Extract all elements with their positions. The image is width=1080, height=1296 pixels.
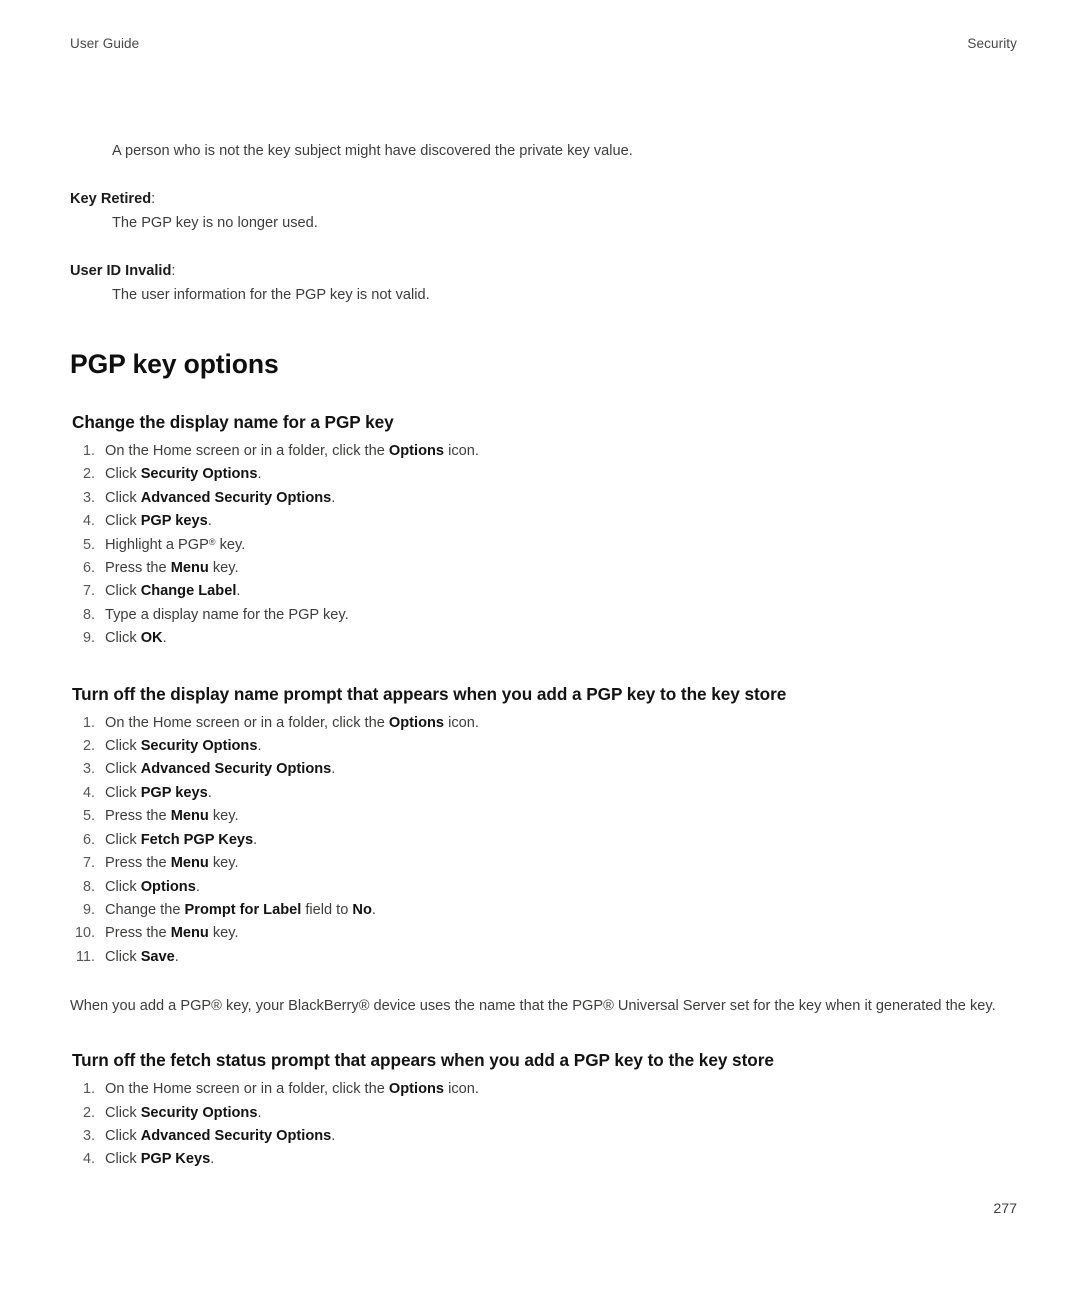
definition-term: User ID Invalid: — [70, 260, 1018, 282]
running-head-right: Security — [967, 36, 1017, 51]
procedure-step: Click Save. — [70, 946, 179, 970]
procedure-step: Press the Menu key. — [70, 805, 239, 829]
procedure-note: When you add a PGP® key, your BlackBerry… — [70, 998, 996, 1015]
procedure-step: On the Home screen or in a folder, click… — [70, 1078, 479, 1102]
procedure-step: Click Advanced Security Options. — [70, 1125, 336, 1149]
procedure-step: Click Security Options. — [70, 735, 262, 759]
ui-element-name: PGP keys — [140, 513, 208, 530]
ui-element-name: Advanced Security Options — [140, 761, 332, 778]
procedure-step: Click PGP keys. — [70, 510, 212, 534]
ui-element-name: Options — [388, 1081, 445, 1098]
section-title: PGP key options — [70, 349, 279, 379]
running-head: User Guide Security — [70, 36, 1017, 51]
procedure-step: Click Options. — [70, 876, 200, 900]
procedure-heading: Turn off the display name prompt that ap… — [72, 683, 787, 704]
ui-element-name: Security Options — [140, 1104, 258, 1121]
definition-intro-line: A person who is not the key subject migh… — [112, 143, 633, 159]
procedure-heading: Turn off the fetch status prompt that ap… — [72, 1050, 774, 1071]
ui-element-name: Prompt for Label — [184, 901, 302, 918]
ui-element-name: PGP Keys — [140, 1151, 211, 1168]
ui-element-name: Menu — [170, 560, 209, 577]
registered-trademark-icon: ® — [208, 536, 216, 547]
definition-term-label: User ID Invalid — [70, 263, 172, 279]
procedure-step: Press the Menu key. — [70, 922, 239, 946]
ui-element-name: Menu — [170, 855, 209, 872]
ui-element-name: Fetch PGP Keys — [140, 831, 254, 848]
ui-element-name: OK — [140, 630, 163, 647]
running-head-left: User Guide — [70, 36, 140, 51]
procedure-step: On the Home screen or in a folder, click… — [70, 712, 479, 736]
ui-element-name: Save — [140, 948, 175, 965]
document-page: User Guide Security A person who is not … — [0, 0, 1080, 1296]
ui-element-name: Menu — [170, 808, 209, 825]
procedure-step-list: On the Home screen or in a folder, click… — [70, 712, 1018, 970]
procedure-step: Press the Menu key. — [70, 557, 239, 581]
procedure-step: On the Home screen or in a folder, click… — [70, 440, 479, 464]
definition-description: The PGP key is no longer used. — [112, 215, 318, 231]
procedure-step: Click PGP keys. — [70, 782, 212, 806]
procedure-sections: Change the display name for a PGP key On … — [70, 411, 1018, 1172]
definition-list: A person who is not the key subject migh… — [70, 140, 1018, 306]
definition-term-colon: : — [171, 263, 176, 279]
procedure-step: Click Security Options. — [70, 1102, 262, 1126]
procedure-step: Click Advanced Security Options. — [70, 758, 336, 782]
definition-term-label: Key Retired — [70, 191, 152, 207]
ui-element-name: Options — [388, 714, 445, 731]
procedure-step: Click Change Label. — [70, 580, 241, 604]
ui-element-name: Advanced Security Options — [140, 1127, 332, 1144]
procedure-step: Click PGP Keys. — [70, 1148, 215, 1172]
procedure-step-list: On the Home screen or in a folder, click… — [70, 440, 1018, 651]
ui-element-name: PGP keys — [140, 784, 208, 801]
procedure-step-list: On the Home screen or in a folder, click… — [70, 1078, 1018, 1172]
page-content: A person who is not the key subject migh… — [70, 140, 1018, 1172]
ui-element-name: Security Options — [140, 466, 258, 483]
ui-element-name: Options — [388, 443, 445, 459]
procedure-step: Click Advanced Security Options. — [70, 487, 336, 511]
definition-entries: Key Retired: The PGP key is no longer use… — [70, 188, 1018, 306]
procedure-step: Press the Menu key. — [70, 852, 239, 876]
procedure-heading: Change the display name for a PGP key — [72, 412, 394, 432]
ui-element-name: Security Options — [140, 738, 258, 755]
definition-term: Key Retired: — [70, 188, 1018, 210]
definition-description: The user information for the PGP key is … — [112, 287, 430, 303]
ui-element-name: Change Label — [140, 583, 237, 600]
definition-term-colon: : — [151, 191, 156, 207]
ui-element-name: Menu — [170, 925, 209, 942]
procedure-step: Type a display name for the PGP key. — [70, 604, 349, 628]
procedure-step: Highlight a PGP® key. — [70, 534, 246, 558]
ui-element-name: Options — [140, 878, 196, 895]
procedure-step: Click Fetch PGP Keys. — [70, 829, 258, 853]
page-number: 277 — [993, 1201, 1017, 1217]
ui-element-name: Advanced Security Options — [140, 489, 332, 506]
procedure-step: Change the Prompt for Label field to No. — [70, 899, 376, 923]
ui-element-value: No — [352, 901, 372, 918]
procedure-step: Click OK. — [70, 627, 167, 651]
procedure-step: Click Security Options. — [70, 463, 262, 487]
